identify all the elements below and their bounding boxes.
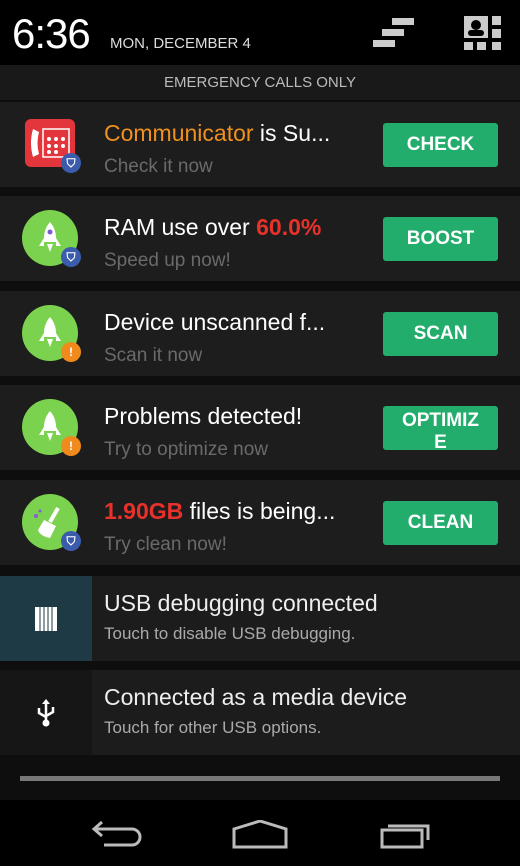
navigation-bar [0, 800, 520, 866]
notification-title: Connected as a media device [104, 684, 408, 710]
scan-button[interactable]: SCAN [383, 312, 498, 356]
shield-icon: ⛉ [61, 531, 81, 551]
notification-communicator[interactable]: ⛉ Communicator is Su... Check it now CHE… [0, 102, 520, 187]
notification-clean[interactable]: ⛉ 1.90GB files is being... Try clean now… [0, 480, 520, 565]
clean-button[interactable]: CLEAN [383, 501, 498, 545]
shield-icon: ⛉ [61, 153, 81, 173]
notification-problems[interactable]: ! Problems detected! Try to optimize now… [0, 385, 520, 470]
notification-subtitle: Scan it now [104, 345, 203, 366]
notification-title: RAM use over 60.0% [104, 214, 322, 240]
notification-ram[interactable]: ⛉ RAM use over 60.0% Speed up now! BOOST [0, 196, 520, 281]
emergency-calls-label: EMERGENCY CALLS ONLY [0, 65, 520, 100]
usb-icon [0, 670, 92, 755]
notification-subtitle: Speed up now! [104, 250, 231, 271]
check-button[interactable]: CHECK [383, 123, 498, 167]
date: MON, DECEMBER 4 [110, 35, 251, 52]
drag-handle[interactable] [20, 776, 500, 781]
clock: 6:36 [12, 10, 91, 57]
notification-subtitle: Touch for other USB options. [104, 718, 322, 737]
notification-subtitle: Try to optimize now [104, 439, 269, 460]
optimize-button[interactable]: OPTIMIZE [383, 406, 498, 450]
clear-all-icon[interactable] [372, 16, 417, 50]
notification-subtitle: Check it now [104, 156, 213, 177]
notification-usb-debugging[interactable]: USB debugging connected Touch to disable… [0, 576, 520, 661]
usb-debug-icon [0, 576, 92, 661]
warning-icon: ! [61, 342, 81, 362]
recent-apps-icon[interactable] [380, 820, 432, 850]
shield-icon: ⛉ [61, 247, 81, 267]
back-icon[interactable] [90, 820, 142, 850]
warning-icon: ! [61, 436, 81, 456]
boost-button[interactable]: BOOST [383, 217, 498, 261]
home-icon[interactable] [232, 820, 288, 850]
notification-media-device[interactable]: Connected as a media device Touch for ot… [0, 670, 520, 755]
notification-subtitle: Touch to disable USB debugging. [104, 624, 356, 643]
notification-title: Communicator is Su... [104, 120, 331, 146]
notification-title: USB debugging connected [104, 590, 378, 616]
notification-title: Device unscanned f... [104, 309, 326, 335]
notification-scan[interactable]: ! Device unscanned f... Scan it now SCAN [0, 291, 520, 376]
notification-title: 1.90GB files is being... [104, 498, 336, 524]
notification-title: Problems detected! [104, 403, 303, 429]
notification-subtitle: Try clean now! [104, 534, 227, 555]
notification-header: 6:36 MON, DECEMBER 4 [0, 0, 520, 65]
quick-settings-icon[interactable] [464, 16, 502, 50]
